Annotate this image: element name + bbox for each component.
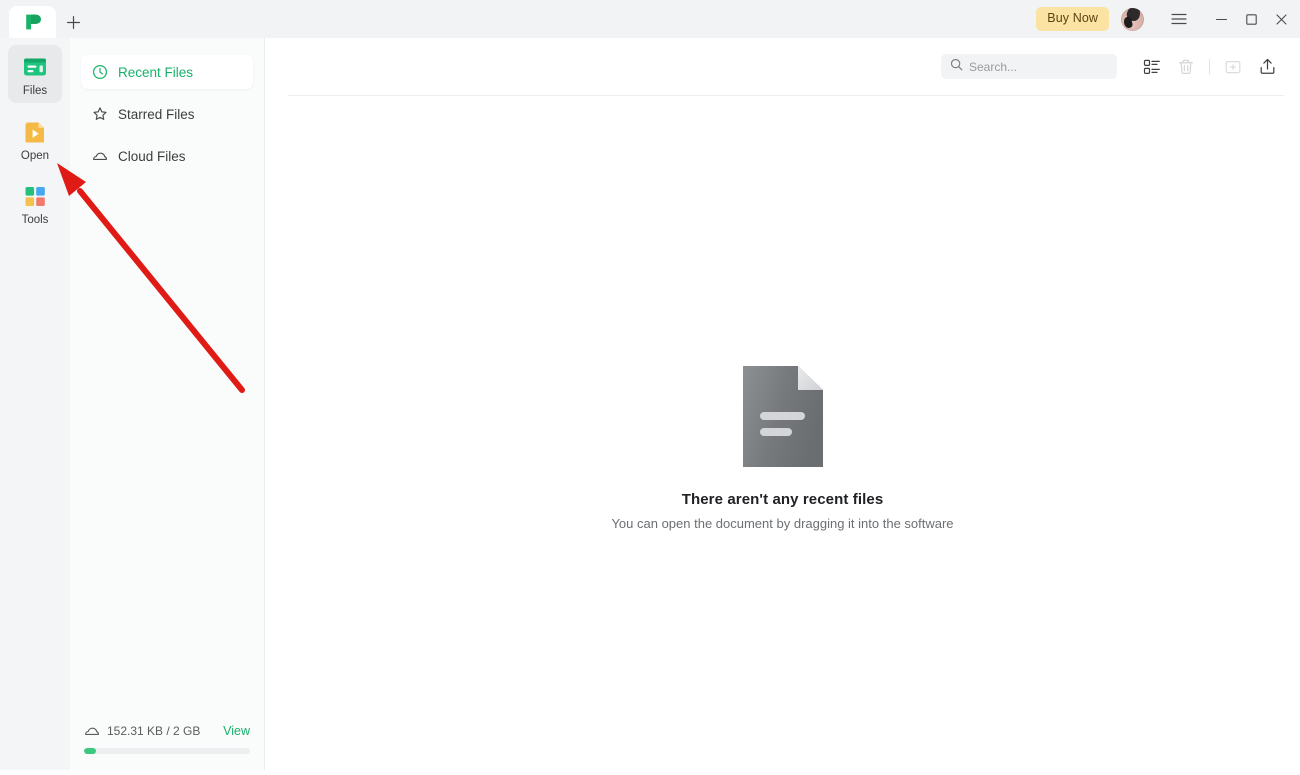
app-tab[interactable]	[9, 6, 56, 38]
cloud-icon	[92, 148, 108, 164]
toolbar-divider-line	[288, 95, 1284, 96]
new-folder-icon	[1224, 58, 1242, 76]
new-tab-button[interactable]	[56, 6, 90, 38]
nav-item-label: Recent Files	[118, 65, 193, 80]
content-toolbar	[265, 38, 1300, 95]
new-folder-button[interactable]	[1216, 50, 1250, 84]
nav-item-starred-files[interactable]: Starred Files	[81, 97, 253, 131]
close-button[interactable]	[1266, 0, 1296, 38]
list-view-icon	[1143, 58, 1161, 76]
nav-item-cloud-files[interactable]: Cloud Files	[81, 139, 253, 173]
trash-icon	[1177, 58, 1195, 76]
minimize-button[interactable]	[1206, 0, 1236, 38]
delete-button[interactable]	[1169, 50, 1203, 84]
app-menu-button[interactable]	[1164, 0, 1194, 38]
rail-item-label: Open	[8, 150, 62, 163]
upload-icon	[1258, 57, 1277, 76]
search-icon	[950, 58, 963, 76]
view-toggle-button[interactable]	[1135, 50, 1169, 84]
storage-section: 152.31 KB / 2 GB View	[70, 723, 264, 770]
empty-state: There aren't any recent files You can op…	[265, 38, 1300, 770]
tab-strip	[0, 0, 90, 38]
storage-progress-fill	[84, 748, 96, 754]
nav-item-label: Starred Files	[118, 107, 195, 122]
clock-icon	[92, 64, 108, 80]
title-bar: Buy Now	[0, 0, 1300, 38]
plus-icon	[66, 15, 81, 30]
open-file-icon	[21, 118, 49, 146]
window-controls-group: Buy Now	[1036, 0, 1300, 38]
maximize-icon	[1245, 13, 1258, 26]
toolbar-divider	[1209, 59, 1210, 74]
left-rail: Files Open Tools	[0, 38, 70, 770]
buy-now-button[interactable]: Buy Now	[1036, 7, 1109, 31]
cloud-icon	[84, 723, 100, 739]
files-icon	[21, 53, 49, 81]
rail-item-label: Tools	[8, 214, 62, 227]
maximize-button[interactable]	[1236, 0, 1266, 38]
search-input[interactable]	[969, 60, 1089, 74]
empty-state-subtitle: You can open the document by dragging it…	[611, 516, 953, 531]
rail-item-files[interactable]: Files	[8, 45, 62, 103]
hamburger-menu-icon	[1171, 12, 1187, 26]
rail-item-label: Files	[8, 85, 62, 98]
upload-button[interactable]	[1250, 50, 1284, 84]
app-logo-icon	[23, 12, 43, 32]
minimize-icon	[1215, 13, 1228, 26]
storage-usage-text: 152.31 KB / 2 GB	[107, 724, 216, 738]
storage-row: 152.31 KB / 2 GB View	[84, 723, 250, 739]
close-icon	[1275, 13, 1288, 26]
main-content: There aren't any recent files You can op…	[265, 38, 1300, 770]
avatar[interactable]	[1121, 8, 1144, 31]
star-icon	[92, 106, 108, 122]
document-placeholder-icon	[743, 366, 823, 467]
empty-state-title: There aren't any recent files	[682, 491, 884, 508]
rail-item-tools[interactable]: Tools	[8, 174, 62, 232]
tools-grid-icon	[21, 182, 49, 210]
search-box[interactable]	[941, 54, 1117, 79]
nav-list: Recent Files Starred Files Cloud Files	[70, 38, 264, 173]
nav-panel: Recent Files Starred Files Cloud Files	[70, 38, 265, 770]
storage-progress-bar	[84, 748, 250, 754]
storage-view-link[interactable]: View	[223, 724, 250, 738]
nav-item-label: Cloud Files	[118, 149, 186, 164]
rail-item-open[interactable]: Open	[8, 110, 62, 168]
nav-item-recent-files[interactable]: Recent Files	[81, 55, 253, 89]
